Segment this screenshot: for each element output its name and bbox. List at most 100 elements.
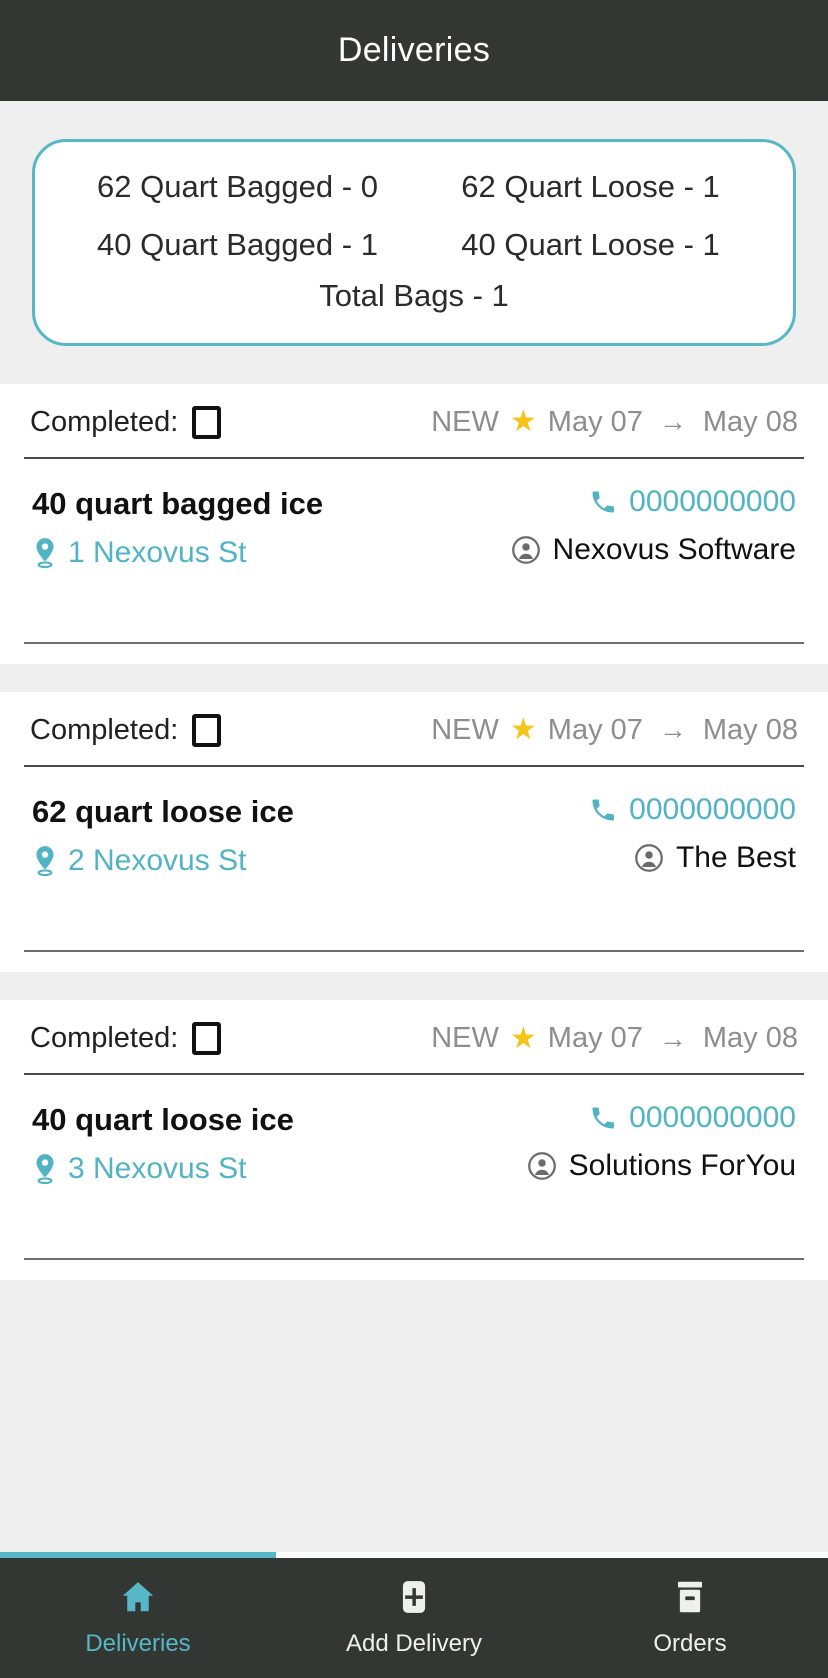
delivery-right-column: 0000000000 Solutions ForYou xyxy=(527,1101,796,1183)
completed-group[interactable]: Completed: xyxy=(30,1022,222,1056)
delivery-card-header: Completed: NEW ★ May 07 → May 08 xyxy=(0,1000,828,1073)
address-text: 2 Nexovus St xyxy=(68,844,247,878)
customer-name: Solutions ForYou xyxy=(568,1149,796,1183)
arrow-right-icon: → xyxy=(658,1022,687,1054)
phone-number: 0000000000 xyxy=(629,484,796,518)
delivery-right-column: 0000000000 Nexovus Software xyxy=(511,485,796,567)
date-to: May 08 xyxy=(702,713,798,746)
phone-row[interactable]: 0000000000 xyxy=(589,485,796,519)
phone-number: 0000000000 xyxy=(629,792,796,826)
delivery-left-column: 40 quart loose ice 3 Nexovus St xyxy=(32,1101,294,1186)
phone-row[interactable]: 0000000000 xyxy=(589,793,796,827)
person-icon xyxy=(634,843,664,873)
bottom-nav: Deliveries Add Delivery Orders xyxy=(0,1558,828,1678)
date-to: May 08 xyxy=(702,1022,798,1055)
star-icon: ★ xyxy=(509,713,537,747)
delivery-card-header: Completed: NEW ★ May 07 → May 08 xyxy=(0,692,828,765)
nav-label-orders: Orders xyxy=(653,1630,727,1657)
summary-40-quart-bagged: 40 Quart Bagged - 1 xyxy=(97,226,378,262)
summary-total-bags: Total Bags - 1 xyxy=(319,278,509,314)
completed-checkbox[interactable] xyxy=(192,405,222,439)
date-from: May 07 xyxy=(547,405,643,438)
completed-group[interactable]: Completed: xyxy=(30,713,222,747)
status-badge: NEW xyxy=(431,1022,499,1055)
delivery-card-body: 40 quart loose ice 3 Nexovus St 00000000… xyxy=(0,1075,828,1196)
summary-grid: 62 Quart Bagged - 0 62 Quart Loose - 1 4… xyxy=(61,162,767,269)
plus-icon xyxy=(395,1578,433,1616)
list-empty-space xyxy=(0,1280,828,1552)
home-icon xyxy=(119,1578,157,1616)
product-name: 40 quart bagged ice xyxy=(32,485,324,521)
app-header: Deliveries xyxy=(0,0,828,101)
customer-name: The Best xyxy=(675,840,796,874)
status-group: NEW ★ May 07 → May 08 xyxy=(431,1022,798,1055)
star-icon: ★ xyxy=(509,1021,537,1055)
status-badge: NEW xyxy=(431,405,499,438)
map-pin-icon xyxy=(32,1153,58,1185)
completed-label: Completed: xyxy=(30,1022,179,1055)
status-badge: NEW xyxy=(431,713,499,746)
product-name: 40 quart loose ice xyxy=(32,1102,294,1138)
status-group: NEW ★ May 07 → May 08 xyxy=(431,714,798,747)
card-gap xyxy=(0,972,828,1001)
content-scroll-area[interactable]: 62 Quart Bagged - 0 62 Quart Loose - 1 4… xyxy=(0,101,828,1552)
customer-name: Nexovus Software xyxy=(552,532,796,566)
delivery-card-body: 62 quart loose ice 2 Nexovus St 00000000… xyxy=(0,767,828,888)
bottom-nav-wrap: Deliveries Add Delivery Orders xyxy=(0,1552,828,1678)
arrow-right-icon: → xyxy=(658,714,687,746)
summary-40-quart-loose: 40 Quart Loose - 1 xyxy=(461,226,720,262)
date-from: May 07 xyxy=(547,713,643,746)
delivery-card[interactable]: Completed: NEW ★ May 07 → May 08 62 quar… xyxy=(0,691,828,973)
phone-number: 0000000000 xyxy=(629,1101,796,1135)
address-row[interactable]: 3 Nexovus St xyxy=(32,1152,294,1186)
customer-row: Solutions ForYou xyxy=(527,1149,796,1183)
archive-icon xyxy=(671,1578,709,1616)
nav-item-add-delivery[interactable]: Add Delivery xyxy=(276,1558,552,1678)
person-icon xyxy=(511,535,541,565)
status-group: NEW ★ May 07 → May 08 xyxy=(431,406,798,439)
nav-item-deliveries[interactable]: Deliveries xyxy=(0,1558,276,1678)
phone-row[interactable]: 0000000000 xyxy=(589,1101,796,1135)
arrow-right-icon: → xyxy=(658,406,687,438)
delivery-left-column: 62 quart loose ice 2 Nexovus St xyxy=(32,793,294,878)
summary-62-quart-loose: 62 Quart Loose - 1 xyxy=(461,169,720,204)
nav-item-orders[interactable]: Orders xyxy=(552,1558,828,1678)
product-name: 62 quart loose ice xyxy=(32,793,294,829)
completed-checkbox[interactable] xyxy=(192,1022,222,1056)
phone-icon xyxy=(589,488,617,516)
customer-row: The Best xyxy=(634,841,796,875)
summary-62-quart-bagged: 62 Quart Bagged - 0 xyxy=(97,169,378,204)
date-to: May 08 xyxy=(702,405,798,438)
date-from: May 07 xyxy=(547,1022,643,1055)
address-text: 3 Nexovus St xyxy=(68,1152,247,1186)
nav-label-add-delivery: Add Delivery xyxy=(345,1630,483,1657)
nav-label-deliveries: Deliveries xyxy=(85,1630,191,1657)
star-icon: ★ xyxy=(509,405,537,439)
person-icon xyxy=(527,1151,557,1181)
delivery-card-header: Completed: NEW ★ May 07 → May 08 xyxy=(0,384,828,457)
delivery-card[interactable]: Completed: NEW ★ May 07 → May 08 40 quar… xyxy=(0,1000,828,1281)
summary-section: 62 Quart Bagged - 0 62 Quart Loose - 1 4… xyxy=(0,101,828,384)
card-gap xyxy=(0,663,828,692)
completed-checkbox[interactable] xyxy=(192,713,222,747)
address-text: 1 Nexovus St xyxy=(68,535,247,569)
phone-icon xyxy=(589,1104,617,1132)
completed-group[interactable]: Completed: xyxy=(30,405,222,439)
delivery-right-column: 0000000000 The Best xyxy=(589,793,796,875)
delivery-list: Completed: NEW ★ May 07 → May 08 40 quar… xyxy=(0,383,828,1552)
map-pin-icon xyxy=(32,845,58,877)
page-title: Deliveries xyxy=(337,31,491,69)
delivery-card[interactable]: Completed: NEW ★ May 07 → May 08 40 quar… xyxy=(0,383,828,664)
customer-row: Nexovus Software xyxy=(511,533,796,567)
card-bottom-space xyxy=(0,644,828,664)
phone-icon xyxy=(589,796,617,824)
card-bottom-space xyxy=(0,1260,828,1280)
completed-label: Completed: xyxy=(30,713,179,746)
completed-label: Completed: xyxy=(30,405,179,438)
inventory-summary-card: 62 Quart Bagged - 0 62 Quart Loose - 1 4… xyxy=(32,139,796,346)
address-row[interactable]: 2 Nexovus St xyxy=(32,844,294,878)
app-screen: Deliveries 62 Quart Bagged - 0 62 Quart … xyxy=(0,0,828,1678)
delivery-card-body: 40 quart bagged ice 1 Nexovus St 0000000… xyxy=(0,459,828,580)
address-row[interactable]: 1 Nexovus St xyxy=(32,536,323,570)
map-pin-icon xyxy=(32,537,58,569)
